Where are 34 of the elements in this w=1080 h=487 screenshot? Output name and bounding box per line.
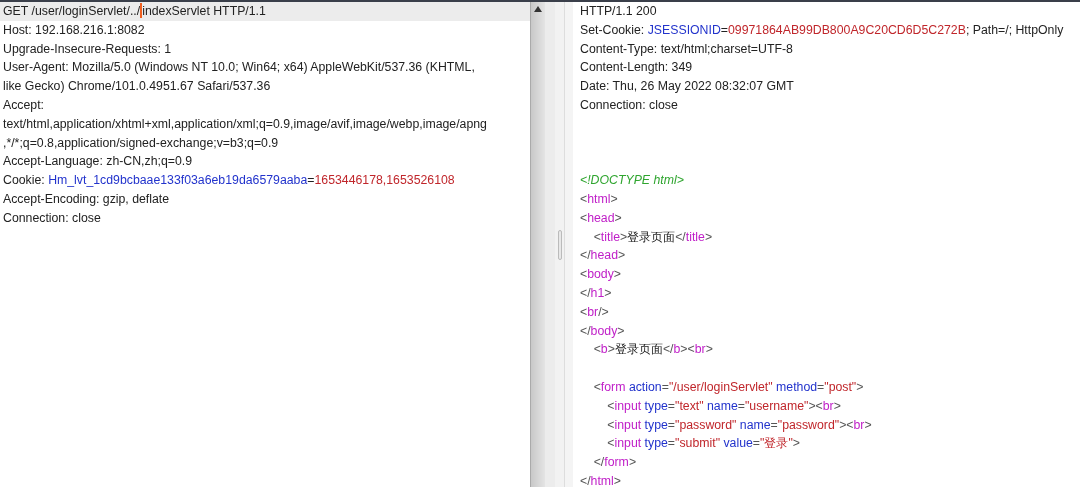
code-line: <br/> <box>579 303 610 321</box>
code-line: <input type="submit" value="登录"> <box>606 435 801 453</box>
code-line: Accept: <box>2 97 45 114</box>
code-line: Upgrade-Insecure-Requests: 1 <box>2 40 173 58</box>
code-line: <input type="password" name="password"><br> <box>606 416 873 434</box>
code-line: </body> <box>579 322 626 340</box>
code-line: Accept-Encoding: gzip, deflate <box>2 190 171 208</box>
code-line: <head> <box>579 209 623 227</box>
code-line: Set-Cookie: JSESSIONID=09971864AB99DB800A9C20CD6D5C272B; Path=/; HttpOnly <box>579 21 1065 39</box>
code-line: <title>登录页面</title> <box>592 228 714 246</box>
code-line: <b>登录页面</b><br> <box>592 341 714 359</box>
code-line: Content-Type: text/html;charset=UTF-8 <box>579 40 794 58</box>
code-line: <html> <box>579 190 619 208</box>
code-line: </head> <box>579 247 627 265</box>
code-line: <!DOCTYPE html> <box>579 172 685 190</box>
code-line: Connection: close <box>579 97 679 114</box>
code-line: Accept-Language: zh-CN,zh;q=0.9 <box>2 153 193 171</box>
code-line: like Gecko) Chrome/101.0.4951.67 Safari/537.36 <box>2 78 272 96</box>
code-line: </html> <box>579 472 623 487</box>
scrollbar[interactable] <box>530 2 545 487</box>
code-line: HTTP/1.1 200 <box>579 3 658 20</box>
code-line: <body> <box>579 266 623 284</box>
code-line: </h1> <box>579 284 613 302</box>
code-line: Connection: close <box>2 209 102 227</box>
code-line: </form> <box>592 454 638 472</box>
code-line: User-Agent: Mozilla/5.0 (Windows NT 10.0; Win64; x64) AppleWebKit/537.36 (KHTML, <box>2 59 476 77</box>
code-line: <form action="/user/loginServlet" method="post"> <box>592 378 865 396</box>
code-line: <input type="text" name="username"><br> <box>606 397 842 415</box>
code-line: Content-Length: 349 <box>579 59 694 77</box>
code-line: Date: Thu, 26 May 2022 08:32:07 GMT <box>579 78 795 96</box>
code-line: Host: 192.168.216.1:8082 <box>2 21 146 39</box>
code-line: ,*/*;q=0.8,application/signed-exchange;v=b3;q=0.9 <box>2 134 280 152</box>
code-line: text/html,application/xhtml+xml,application/xml;q=0.9,image/avif,image/webp,image/apng <box>2 115 488 133</box>
code-line: Cookie: Hm_lvt_1cd9bcbaae133f03a6eb19da6579aaba=1653446178,1653526108 <box>2 172 456 190</box>
